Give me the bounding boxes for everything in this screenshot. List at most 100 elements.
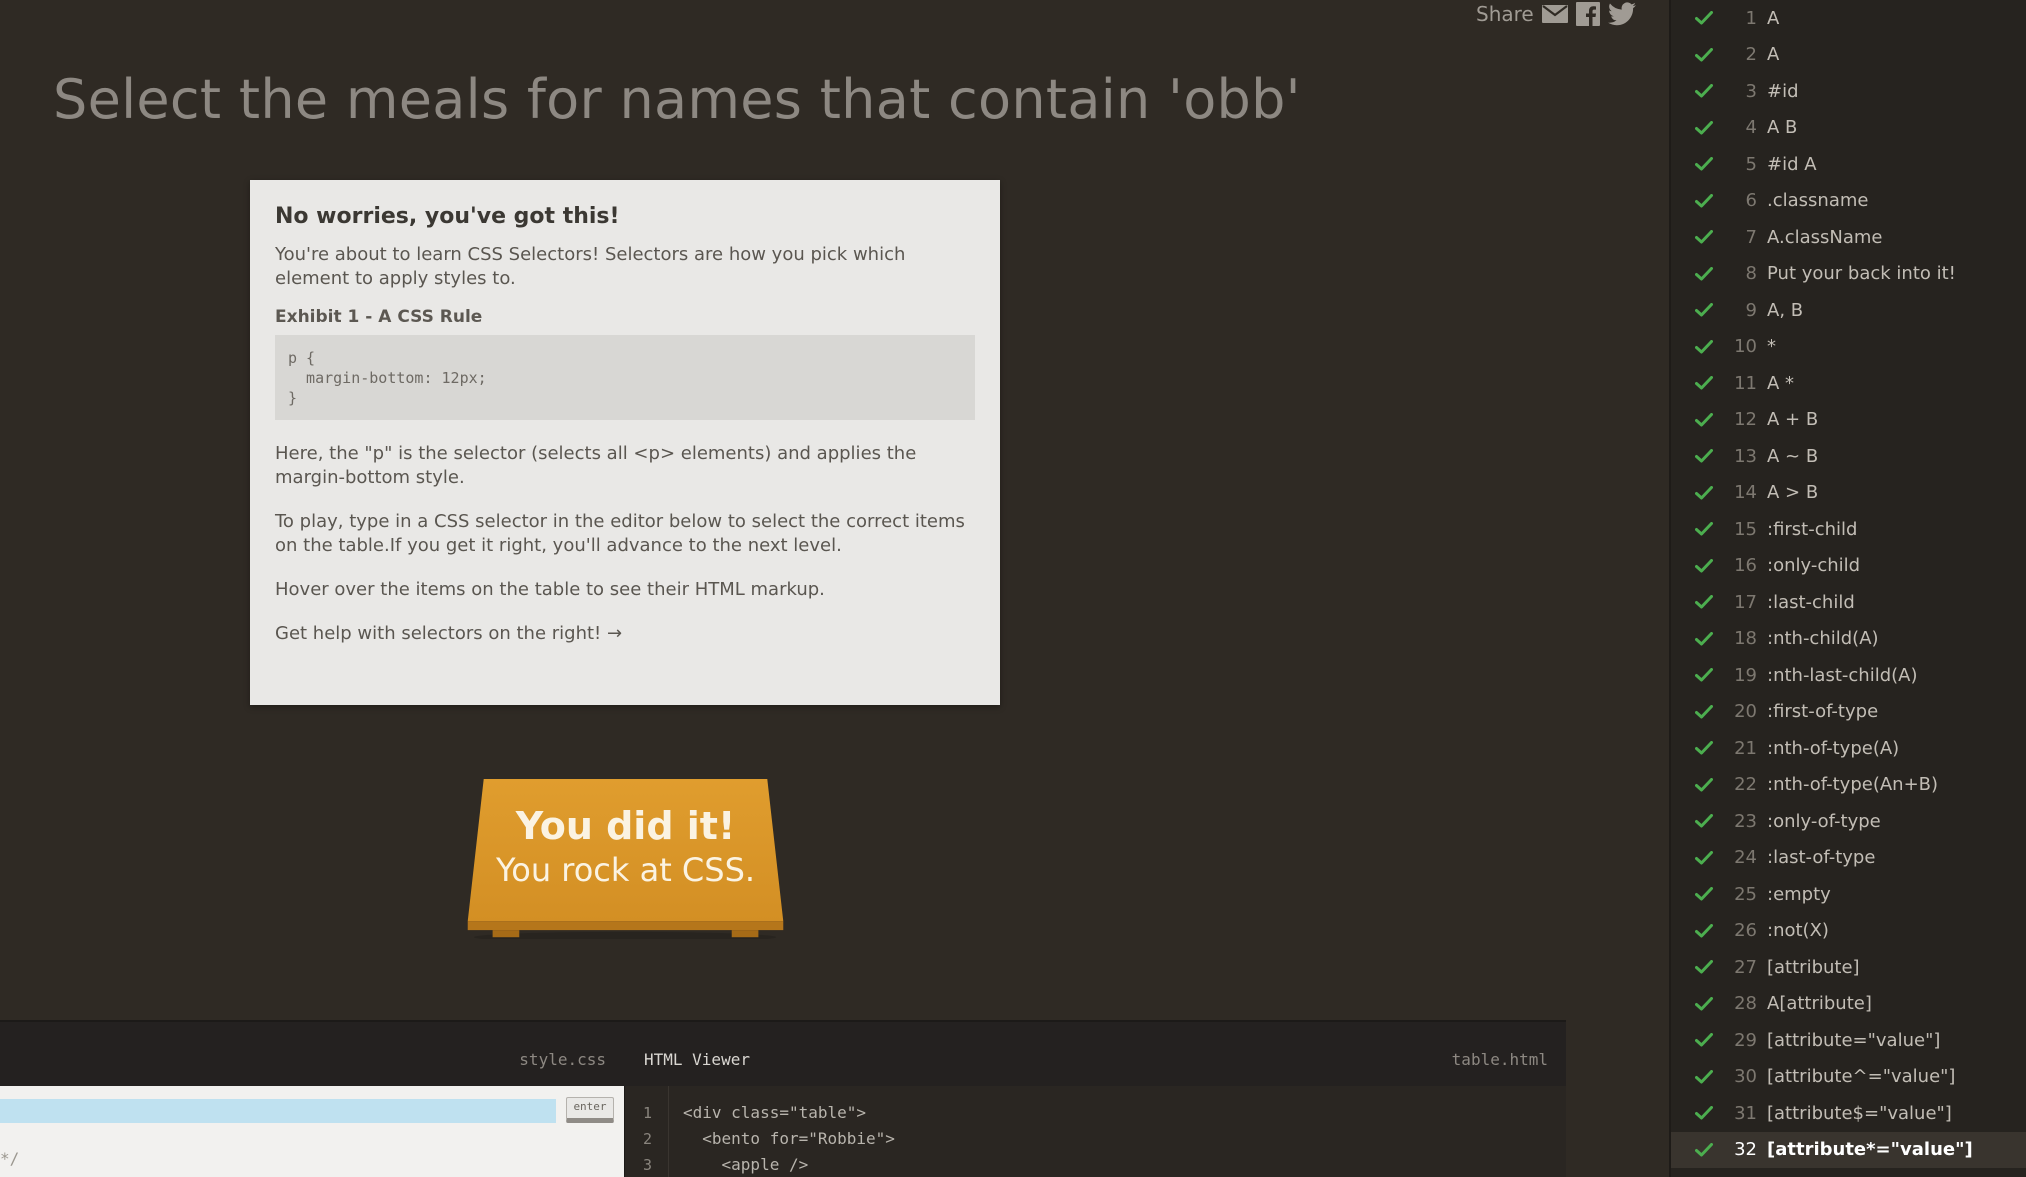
code-line[interactable]: <apple /> <box>683 1152 895 1177</box>
help-paragraph-right: Get help with selectors on the right! → <box>275 623 623 644</box>
checkmark-icon <box>1695 449 1717 463</box>
level-number: 2 <box>1745 44 1757 66</box>
level-item-21[interactable]: 21 :nth-of-type(A) <box>1671 730 2026 767</box>
level-name: A + B <box>1767 409 1819 431</box>
twitter-icon[interactable] <box>1607 2 1636 26</box>
mail-icon[interactable] <box>1541 4 1568 24</box>
level-item-14[interactable]: 14 A > B <box>1671 475 2026 512</box>
level-number: 7 <box>1745 226 1757 248</box>
level-name: [attribute^="value"] <box>1767 1066 1956 1088</box>
level-item-13[interactable]: 13 A ~ B <box>1671 438 2026 475</box>
help-paragraph-hover: Hover over the items on the table to see… <box>275 579 825 600</box>
facebook-icon[interactable] <box>1575 2 1600 26</box>
level-item-24[interactable]: 24:last-of-type <box>1671 840 2026 877</box>
level-name: #id <box>1767 80 1799 102</box>
level-number: 16 <box>1734 555 1757 577</box>
checkmark-icon <box>1695 230 1717 244</box>
level-number: 21 <box>1734 737 1757 759</box>
level-name: :empty <box>1767 883 1831 905</box>
level-name: A <box>1767 44 1780 66</box>
css-filename: style.css <box>519 1050 606 1069</box>
level-name: [attribute="value"] <box>1767 1029 1941 1051</box>
level-item-15[interactable]: 15 :first-child <box>1671 511 2026 548</box>
level-item-27[interactable]: 27 [attribute] <box>1671 949 2026 986</box>
level-name: A <box>1767 7 1780 29</box>
level-item-22[interactable]: 22:nth-of-type(An+B) <box>1671 767 2026 804</box>
level-number: 12 <box>1734 409 1757 431</box>
level-item-25[interactable]: 25:empty <box>1671 876 2026 913</box>
css-editor-body: enter */ <box>0 1086 624 1177</box>
level-name: A B <box>1767 117 1798 139</box>
level-number: 24 <box>1734 847 1757 869</box>
level-item-20[interactable]: 20:first-of-type <box>1671 694 2026 731</box>
level-item-7[interactable]: 7 A.className <box>1671 219 2026 256</box>
css-selector-input[interactable] <box>0 1099 556 1123</box>
checkmark-icon <box>1695 266 1717 281</box>
level-name: A, B <box>1767 299 1804 321</box>
checkmark-icon <box>1695 303 1717 317</box>
level-name: A.className <box>1767 226 1883 248</box>
level-item-23[interactable]: 23:only-of-type <box>1671 803 2026 840</box>
checkmark-icon <box>1695 193 1717 208</box>
html-viewer-title: HTML Viewer <box>644 1050 750 1069</box>
level-item-12[interactable]: 12 A + B <box>1671 402 2026 439</box>
help-modal: No worries, you've got this! You're abou… <box>250 180 1000 705</box>
checkmark-icon <box>1695 595 1717 609</box>
level-item-2[interactable]: 2A <box>1671 37 2026 74</box>
checkmark-icon <box>1695 923 1717 938</box>
level-item-28[interactable]: 28 A[attribute] <box>1671 986 2026 1023</box>
level-item-16[interactable]: 16:only-child <box>1671 548 2026 585</box>
level-item-29[interactable]: 29 [attribute="value"] <box>1671 1022 2026 1059</box>
level-number: 26 <box>1734 920 1757 942</box>
level-item-18[interactable]: 18:nth-child(A) <box>1671 621 2026 658</box>
level-name: Put your back into it! <box>1767 263 1956 285</box>
level-number: 19 <box>1734 664 1757 686</box>
level-item-3[interactable]: 3 #id <box>1671 73 2026 110</box>
level-item-31[interactable]: 31 [attribute$="value"] <box>1671 1095 2026 1132</box>
checkmark-icon <box>1695 850 1717 865</box>
level-name: :first-child <box>1767 518 1858 540</box>
line-number: 2 <box>642 1130 652 1148</box>
level-item-11[interactable]: 11 A * <box>1671 365 2026 402</box>
checkmark-icon <box>1695 339 1717 354</box>
level-item-10[interactable]: 10 * <box>1671 329 2026 366</box>
enter-button[interactable]: enter <box>566 1097 614 1123</box>
level-item-6[interactable]: 6 .classname <box>1671 183 2026 220</box>
line-number: 3 <box>642 1156 652 1174</box>
level-item-8[interactable]: 8 Put your back into it! <box>1671 256 2026 293</box>
html-filename: table.html <box>1451 1050 1548 1069</box>
level-name: A > B <box>1767 482 1819 504</box>
level-item-26[interactable]: 26:not(X) <box>1671 913 2026 950</box>
level-number: 15 <box>1734 518 1757 540</box>
level-name: A[attribute] <box>1767 993 1872 1015</box>
code-line[interactable]: <bento for="Robbie"> <box>683 1126 895 1152</box>
level-number: 6 <box>1745 190 1757 212</box>
level-instruction: Select the meals for names that contain … <box>53 68 1301 131</box>
line-numbers: 1 2 3 <box>625 1086 669 1177</box>
share-label: Share <box>1476 2 1534 26</box>
css-editor-pane: style.css enter */ <box>0 1022 624 1177</box>
level-name: :nth-last-child(A) <box>1767 664 1918 686</box>
level-item-9[interactable]: 9 A, B <box>1671 292 2026 329</box>
level-item-17[interactable]: 17:last-child <box>1671 584 2026 621</box>
level-number: 29 <box>1734 1029 1757 1051</box>
help-paragraph-selector: Here, the "p" is the selector (selects a… <box>275 443 917 488</box>
level-item-19[interactable]: 19 :nth-last-child(A) <box>1671 657 2026 694</box>
css-pane-header: style.css <box>0 1022 624 1084</box>
level-name: :nth-of-type(A) <box>1767 737 1900 759</box>
level-item-32[interactable]: 32 [attribute*="value"] <box>1671 1131 2026 1168</box>
checkmark-icon <box>1695 668 1717 682</box>
code-line[interactable]: <div class="table"> <box>683 1100 895 1126</box>
level-item-4[interactable]: 4 A B <box>1671 110 2026 147</box>
checkmark-icon <box>1695 120 1717 135</box>
level-item-30[interactable]: 30 [attribute^="value"] <box>1671 1059 2026 1096</box>
level-item-1[interactable]: 1A <box>1671 0 2026 37</box>
html-viewer-body: 1 2 3 <div class="table"> <bento for="Ro… <box>624 1086 1566 1177</box>
level-name: :last-child <box>1767 591 1855 613</box>
level-name: .classname <box>1767 190 1869 212</box>
line-number: 1 <box>642 1104 652 1122</box>
checkmark-icon <box>1695 11 1717 25</box>
level-name: A * <box>1767 372 1795 394</box>
checkmark-icon <box>1695 996 1717 1011</box>
level-item-5[interactable]: 5 #id A <box>1671 146 2026 183</box>
